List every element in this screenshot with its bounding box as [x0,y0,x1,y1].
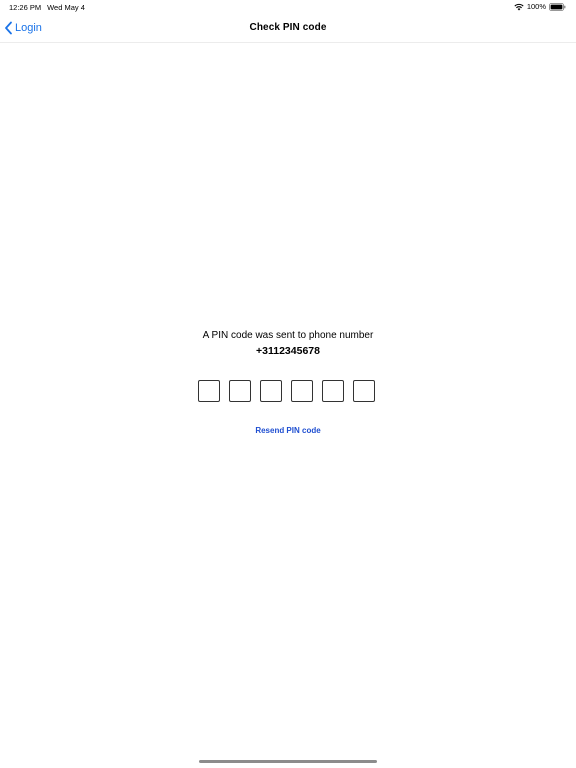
wifi-icon [514,3,524,11]
battery-percent: 100% [526,2,546,11]
pin-sent-message: A PIN code was sent to phone number [202,330,374,341]
status-bar: 12:26 PM Wed May 4 100% [0,0,576,14]
status-time: 12:26 PM [9,3,42,12]
page-title: Check PIN code [249,22,327,33]
resend-pin-button[interactable]: Resend PIN code [0,426,576,435]
home-indicator[interactable] [199,760,377,763]
navigation-bar: Login Check PIN code [0,14,576,43]
pin-digit-6[interactable] [353,380,375,402]
pin-digit-4[interactable] [291,380,313,402]
status-right: 100% [514,2,566,11]
status-date: Wed May 4 [47,3,85,12]
phone-number: +3112345678 [256,345,320,357]
screen: 12:26 PM Wed May 4 100% Login Check PIN … [0,0,576,768]
pin-digit-5[interactable] [322,380,344,402]
pin-input-row [198,380,375,402]
status-left: 12:26 PM Wed May 4 [9,3,85,12]
battery-icon [549,2,566,11]
pin-digit-3[interactable] [260,380,282,402]
pin-digit-2[interactable] [229,380,251,402]
pin-digit-1[interactable] [198,380,220,402]
